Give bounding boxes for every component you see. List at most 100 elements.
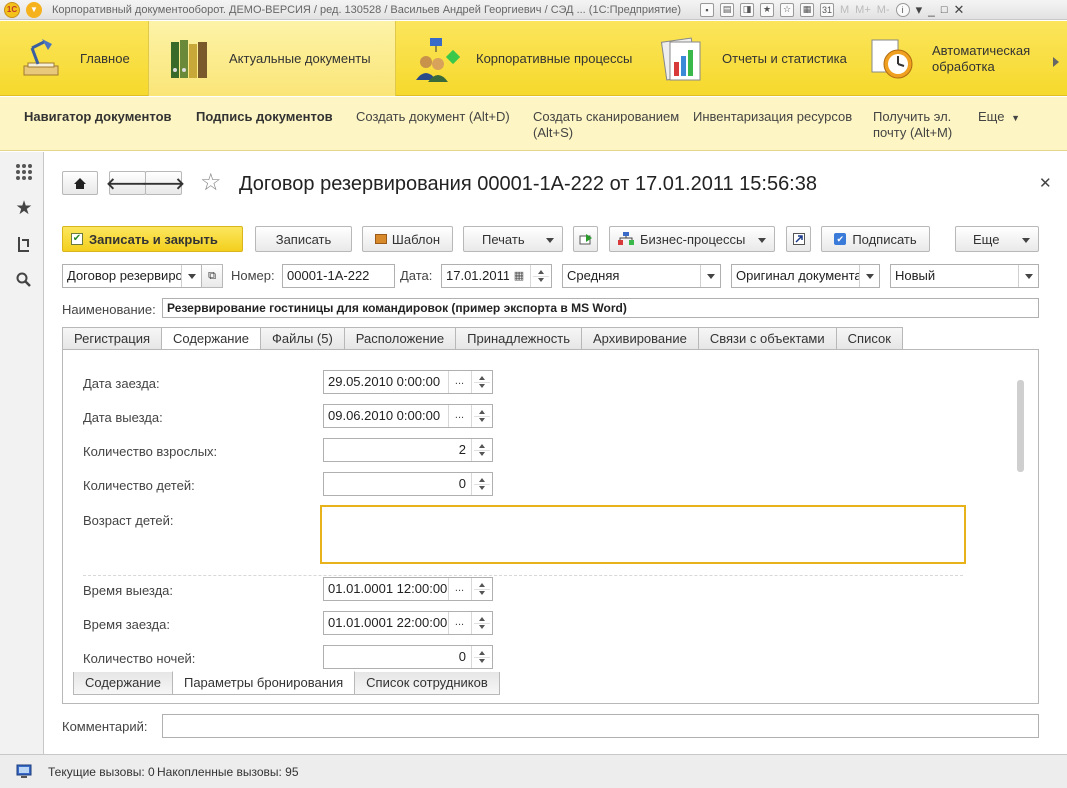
choose-button[interactable]: ... [448,612,470,634]
business-processes-button[interactable]: Бизнес-процессы [609,226,775,252]
save-icon[interactable]: ▪ [700,2,714,17]
nights-field[interactable]: 0 [323,645,493,669]
memory-mminus-button[interactable]: M- [877,4,890,16]
memory-m-button[interactable]: M [840,4,849,16]
star-icon[interactable]: ☆ [780,2,794,17]
section-corporate-processes[interactable]: Корпоративные процессы [396,21,642,96]
calendar-icon[interactable]: 31 [820,2,834,17]
cmd-more[interactable]: Еще ▼ [978,109,1020,126]
tab-links[interactable]: Связи с объектами [697,327,837,349]
subtab-booking-params[interactable]: Параметры бронирования [171,671,356,695]
send-button[interactable] [573,226,598,252]
subtab-employees[interactable]: Список сотрудников [354,672,500,695]
nights-value: 0 [458,649,466,664]
template-button[interactable]: Шаблон [362,226,453,252]
original-type-field[interactable]: Оригинал документа [731,264,880,288]
spin-buttons[interactable] [471,612,492,634]
name-field[interactable]: Резервирование гостиницы для командирово… [162,298,1039,318]
number-field[interactable]: 00001-1А-222 [282,264,395,288]
open-link-button[interactable] [786,226,811,252]
print-icon[interactable]: ▤ [720,2,734,17]
checkout-date-label: Дата выезда: [83,410,163,425]
children-field[interactable]: 0 [323,472,493,496]
close-form-icon[interactable]: ✕ [1039,174,1052,192]
chevron-down-icon[interactable] [1018,265,1038,287]
favorites-star-icon[interactable]: ★ [14,198,34,219]
section-main[interactable]: Главное [0,21,148,96]
tab-list[interactable]: Список [835,327,903,349]
vertical-scrollbar[interactable] [1017,380,1024,472]
tab-archiving[interactable]: Архивирование [581,327,699,349]
info-icon[interactable]: i [895,2,910,17]
history-icon[interactable] [14,234,34,254]
adults-field[interactable]: 2 [323,438,493,462]
spin-buttons[interactable] [471,646,492,668]
date-spin-buttons[interactable] [530,265,551,287]
checkout-time-field[interactable]: 01.01.0001 12:00:00 ... [323,577,493,601]
spin-buttons[interactable] [471,578,492,600]
save-and-close-label: Записать и закрыть [89,231,218,247]
tab-registration[interactable]: Регистрация [62,327,162,349]
favorite-star-icon[interactable]: ☆ [200,168,222,197]
section-current-docs[interactable]: Актуальные документы [148,21,396,96]
main-menu-icon[interactable]: ▼ [26,1,42,18]
search-icon[interactable] [14,270,34,290]
tab-location[interactable]: Расположение [343,327,457,349]
date-field[interactable]: 17.01.2011 ▦ [441,264,552,288]
save-and-close-button[interactable]: ✔ Записать и закрыть [62,226,243,252]
all-functions-icon[interactable] [14,162,34,182]
cmd-resource-inventory[interactable]: Инвентаризация ресурсов [693,109,852,125]
tab-content[interactable]: Содержание [161,327,261,350]
spin-buttons[interactable] [471,405,492,427]
checkout-time-value: 01.01.0001 12:00:00 [328,581,448,596]
children-age-field[interactable] [320,505,966,564]
close-window-button[interactable]: ✕ [953,2,964,18]
spin-buttons[interactable] [471,473,492,495]
tab-ownership[interactable]: Принадлежность [455,327,583,349]
chevron-down-icon[interactable] [700,265,720,287]
chevron-down-icon[interactable] [181,265,201,287]
checkin-time-field[interactable]: 01.01.0001 22:00:00 ... [323,611,493,635]
preview-icon[interactable]: ◨ [740,2,754,17]
cmd-create-document[interactable]: Создать документ (Alt+D) [356,109,510,125]
choose-button[interactable]: ... [448,578,470,600]
importance-field[interactable]: Средняя [562,264,721,288]
save-button[interactable]: Записать [255,226,352,252]
checkin-date-field[interactable]: 29.05.2010 0:00:00 ... [323,370,493,394]
sections-scroll-right-icon[interactable] [1053,57,1059,67]
cmd-get-email[interactable]: Получить эл. почту (Alt+M) [873,109,963,141]
memory-mplus-button[interactable]: M+ [855,4,871,16]
spin-buttons[interactable] [471,371,492,393]
choose-button[interactable]: ... [448,405,470,427]
calculator-icon[interactable]: ▦ [800,2,814,17]
minimize-icon[interactable]: ▾ [916,2,923,18]
checkout-date-field[interactable]: 09.06.2010 0:00:00 ... [323,404,493,428]
spin-buttons[interactable] [471,439,492,461]
forward-button[interactable]: 🡒 [142,171,185,195]
tab-files[interactable]: Файлы (5) [259,327,345,349]
minimize-window-button[interactable]: _ [928,3,935,17]
back-button[interactable]: 🡐 [106,171,149,195]
cmd-create-by-scan[interactable]: Создать сканированием (Alt+S) [533,109,683,141]
favorites-add-icon[interactable]: ★ [760,2,774,17]
home-button[interactable] [62,171,98,195]
chevron-down-icon[interactable] [859,265,879,287]
cmd-document-signing[interactable]: Подпись документов [196,109,333,125]
cmd-document-navigator[interactable]: Навигатор документов [24,109,172,125]
more-actions-button[interactable]: Еще [955,226,1039,252]
comment-field[interactable] [162,714,1039,738]
section-automatic-processing[interactable]: Автоматическая обработка [852,21,1067,96]
open-window-icon: ⧉ [208,269,216,282]
state-field[interactable]: Новый [890,264,1039,288]
print-button[interactable]: Печать [463,226,563,252]
open-document-type-button[interactable]: ⧉ [201,264,223,288]
sign-button[interactable]: ✔ Подписать [821,226,930,252]
subtab-content[interactable]: Содержание [73,672,173,695]
maximize-window-button[interactable]: □ [941,4,948,16]
business-processes-label: Бизнес-процессы [640,231,746,247]
server-calls-icon[interactable] [16,763,34,779]
choose-button[interactable]: ... [448,371,470,393]
calendar-icon[interactable]: ▦ [509,265,529,287]
document-type-field[interactable]: Договор резервирования [62,264,202,288]
section-reports[interactable]: Отчеты и статистика [642,21,852,96]
